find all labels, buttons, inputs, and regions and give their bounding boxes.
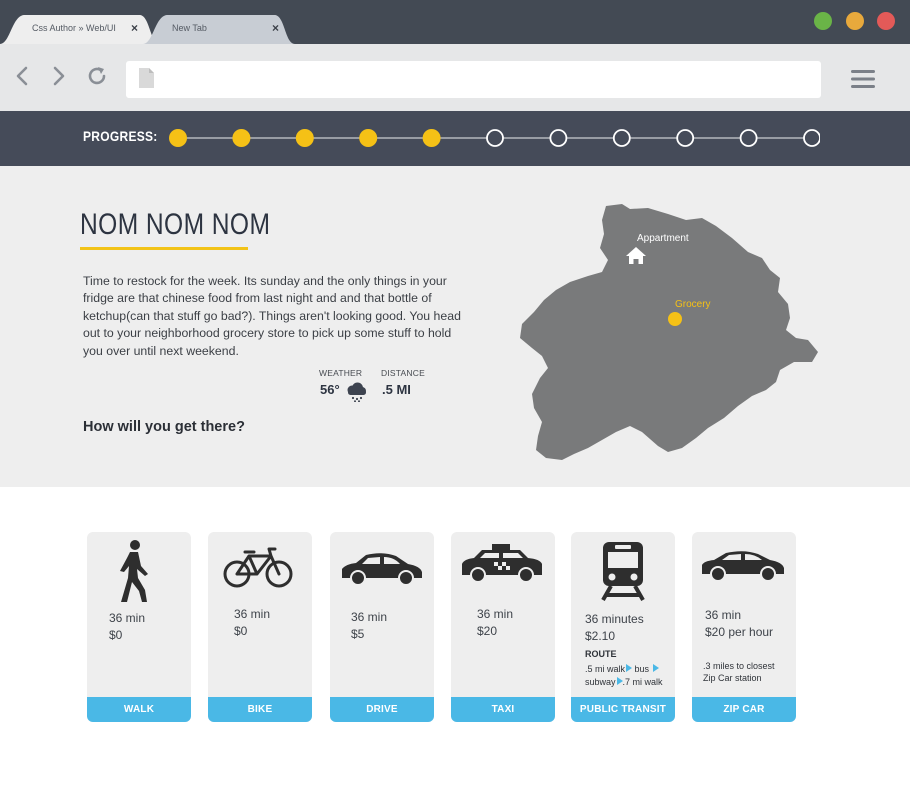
route-arrow-icon xyxy=(652,664,659,672)
travel-cost: $0 xyxy=(234,624,248,638)
progress-step-complete xyxy=(169,129,187,147)
progress-step-pending xyxy=(739,129,758,147)
zip-car-button[interactable]: ZIP CAR xyxy=(692,697,796,722)
option-card-bike[interactable]: 36 min $0 BIKE xyxy=(208,532,312,722)
tab-label: New Tab xyxy=(172,23,207,33)
page-title: NOM NOM NOM xyxy=(80,208,271,241)
back-arrow-icon[interactable] xyxy=(11,64,35,88)
progress-step-pending xyxy=(676,129,695,147)
travel-time: 36 min xyxy=(705,608,742,622)
title-underline xyxy=(80,247,248,250)
close-window-button[interactable] xyxy=(877,12,895,30)
distance-value: .5 MI xyxy=(382,382,411,397)
progress-steps xyxy=(169,129,820,147)
reload-icon[interactable] xyxy=(85,64,109,88)
walk-button[interactable]: WALK xyxy=(87,697,191,722)
minimize-window-button[interactable] xyxy=(846,12,864,30)
bicycle-icon xyxy=(223,547,293,588)
option-card-taxi[interactable]: 36 min $20 TAXI xyxy=(451,532,555,722)
progress-label: PROGRESS: xyxy=(83,128,158,144)
option-card-drive[interactable]: 36 min $5 DRIVE xyxy=(330,532,434,722)
tab-label: Css Author » Web/UI xyxy=(32,23,116,33)
page-icon xyxy=(139,68,154,88)
route-step: subway xyxy=(585,676,616,687)
option-card-zip-car[interactable]: 36 min $20 per hour .3 miles to closest … xyxy=(692,532,796,722)
progress-step-complete xyxy=(422,129,441,147)
zipcar-note: .3 miles to closest xyxy=(703,661,775,671)
car-icon xyxy=(342,553,422,586)
travel-cost: $5 xyxy=(351,627,365,641)
route-arrow-icon xyxy=(626,664,633,672)
progress-step-complete xyxy=(232,129,251,147)
taxi-icon xyxy=(462,544,542,583)
travel-time: 36 minutes xyxy=(585,612,644,626)
travel-time: 36 min xyxy=(109,611,146,625)
neighborhood-map: Appartment Grocery xyxy=(520,204,818,460)
travel-time: 36 min xyxy=(234,607,271,621)
maximize-window-button[interactable] xyxy=(814,12,832,30)
train-icon xyxy=(601,542,645,601)
progress-step-pending xyxy=(612,129,631,147)
hamburger-menu-icon[interactable] xyxy=(850,68,876,90)
travel-cost: $2.10 xyxy=(585,629,616,643)
travel-time: 36 min xyxy=(351,610,388,624)
option-card-public-transit[interactable]: 36 minutes $2.10 ROUTE .5 mi walk bus su… xyxy=(571,532,675,722)
progress-step-complete xyxy=(295,129,314,147)
address-bar[interactable] xyxy=(126,61,821,98)
tab-css-author[interactable]: Css Author » Web/UI × xyxy=(0,14,160,44)
route-step: .5 mi walk xyxy=(585,664,626,674)
weather-value: 56° xyxy=(320,382,340,397)
destination-marker xyxy=(668,312,682,326)
question-heading: How will you get there? xyxy=(83,419,245,435)
story-text: Time to restock for the week. Its sunday… xyxy=(83,274,461,358)
distance-label: DISTANCE xyxy=(381,368,425,378)
route-step: .7 mi walk xyxy=(622,676,663,687)
taxi-button[interactable]: TAXI xyxy=(451,697,555,722)
close-icon[interactable]: × xyxy=(272,21,279,35)
weather-label: WEATHER xyxy=(319,368,363,378)
route-label: ROUTE xyxy=(585,649,617,659)
travel-time: 36 min xyxy=(477,607,514,621)
zipcar-note: Zip Car station xyxy=(703,673,762,683)
progress-step-complete xyxy=(359,129,378,147)
destination-label: Grocery xyxy=(675,299,711,310)
close-icon[interactable]: × xyxy=(131,21,138,35)
forward-arrow-icon[interactable] xyxy=(46,64,70,88)
walking-person-icon xyxy=(120,540,148,602)
progress-step-pending xyxy=(803,129,820,147)
public-transit-button[interactable]: PUBLIC TRANSIT xyxy=(571,697,675,722)
drive-button[interactable]: DRIVE xyxy=(330,697,434,722)
route-steps: .5 mi walk bus subway .7 mi walk xyxy=(585,663,663,688)
progress-step-pending xyxy=(549,129,568,147)
progress-step-pending xyxy=(486,129,504,147)
travel-cost: $20 xyxy=(477,624,498,638)
route-arrow-icon xyxy=(616,676,623,685)
tab-new-tab[interactable]: New Tab × xyxy=(143,14,303,44)
bike-button[interactable]: BIKE xyxy=(208,697,312,722)
rain-cloud-icon xyxy=(347,382,366,402)
sedan-icon xyxy=(702,551,784,582)
option-card-walk[interactable]: 36 min $0 WALK xyxy=(87,532,191,722)
home-label: Appartment xyxy=(637,233,689,244)
travel-cost: $20 per hour xyxy=(705,625,774,639)
travel-cost: $0 xyxy=(109,628,123,642)
route-step: bus xyxy=(634,664,650,674)
